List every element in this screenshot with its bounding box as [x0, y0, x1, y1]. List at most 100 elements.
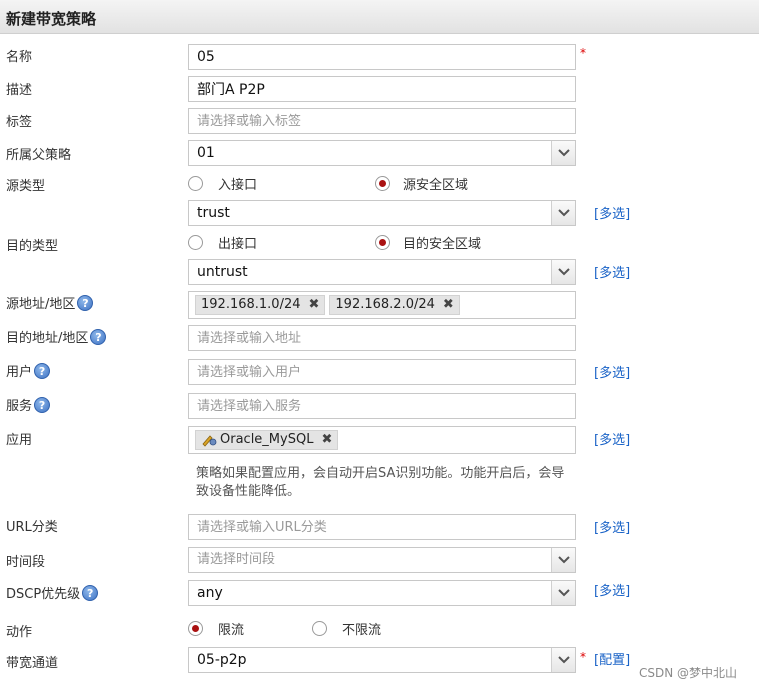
src-type-label: 源类型	[6, 179, 46, 194]
help-icon[interactable]: ?	[34, 362, 51, 379]
radio-no-limit-label: 不限流	[342, 623, 382, 638]
service-field[interactable]	[188, 393, 576, 419]
chevron-down-icon[interactable]	[551, 201, 575, 225]
radio-src-zone-label: 源安全区域	[403, 178, 469, 193]
dst-zone-multiselect-link[interactable]: [多选]	[594, 262, 630, 281]
remove-tag-icon[interactable]: ✖	[309, 296, 320, 314]
radio-dst-zone-label: 目的安全区域	[403, 237, 482, 252]
dst-addr-field[interactable]	[188, 325, 576, 351]
time-select[interactable]: 请选择时间段	[188, 547, 576, 573]
url-field[interactable]	[188, 514, 576, 540]
app-note: 策略如果配置应用，会自动开启SA识别功能。功能开启后，会导致设备性能降低。	[196, 466, 565, 499]
dscp-value: any	[197, 585, 223, 601]
tag-field[interactable]	[188, 108, 576, 134]
address-tag-text: 192.168.1.0/24	[201, 297, 301, 312]
dscp-select[interactable]: any	[188, 580, 576, 606]
user-field[interactable]	[188, 359, 576, 385]
radio-icon	[188, 176, 203, 191]
tag-label: 标签	[6, 115, 33, 130]
channel-config-link[interactable]: [配置]	[594, 649, 630, 668]
user-label: 用户 ?	[6, 361, 51, 380]
address-tag-text: 192.168.2.0/24	[335, 297, 435, 312]
time-placeholder: 请选择时间段	[197, 552, 276, 567]
name-label: 名称	[6, 50, 33, 65]
help-icon[interactable]: ?	[34, 396, 51, 413]
name-field[interactable]	[188, 44, 576, 70]
app-tag: Oracle_MySQL ✖	[195, 430, 339, 450]
app-label: 应用	[6, 433, 33, 448]
user-label-text: 用户	[6, 365, 33, 380]
dscp-label-text: DSCP优先级	[6, 587, 81, 602]
radio-limit-label: 限流	[218, 623, 245, 638]
src-zone-value: trust	[197, 205, 230, 221]
radio-src-zone[interactable]: 源安全区域	[375, 174, 468, 193]
remove-tag-icon[interactable]: ✖	[321, 431, 332, 449]
radio-selected-icon	[375, 176, 390, 191]
user-multiselect-link[interactable]: [多选]	[594, 362, 630, 381]
app-multiselect-link[interactable]: [多选]	[594, 429, 630, 448]
parent-policy-label: 所属父策略	[6, 148, 72, 163]
url-multiselect-link[interactable]: [多选]	[594, 517, 630, 536]
src-addr-label-text: 源地址/地区	[6, 297, 76, 312]
src-zone-multiselect-link[interactable]: [多选]	[594, 203, 630, 222]
radio-icon	[188, 235, 203, 250]
src-zone-select[interactable]: trust	[188, 200, 576, 226]
channel-value: 05-p2p	[197, 652, 247, 668]
desc-input[interactable]	[197, 77, 575, 101]
app-tag-text: Oracle_MySQL	[220, 432, 314, 447]
user-input[interactable]	[197, 360, 575, 384]
name-required-mark: *	[580, 46, 586, 60]
address-tag: 192.168.2.0/24 ✖	[329, 295, 460, 315]
dialog-titlebar: 新建带宽策略	[0, 0, 759, 34]
url-label: URL分类	[6, 520, 58, 535]
channel-label: 带宽通道	[6, 656, 59, 671]
tag-input[interactable]	[197, 109, 575, 133]
application-icon	[202, 435, 217, 447]
dst-type-label: 目的类型	[6, 239, 59, 254]
dst-zone-value: untrust	[197, 264, 248, 280]
time-label: 时间段	[6, 555, 46, 570]
radio-icon	[312, 621, 327, 636]
src-addr-label: 源地址/地区 ?	[6, 293, 94, 312]
name-input[interactable]	[197, 45, 575, 69]
channel-select[interactable]: 05-p2p	[188, 647, 576, 673]
radio-dst-zone[interactable]: 目的安全区域	[375, 233, 481, 252]
dscp-label: DSCP优先级 ?	[6, 583, 99, 602]
watermark: CSDN @梦中北山	[639, 666, 738, 680]
help-icon[interactable]: ?	[90, 328, 107, 345]
app-tag-input[interactable]: Oracle_MySQL ✖	[188, 426, 576, 454]
dst-zone-select[interactable]: untrust	[188, 259, 576, 285]
radio-limit[interactable]: 限流	[188, 619, 244, 638]
dst-addr-input[interactable]	[197, 326, 575, 350]
dst-addr-label-text: 目的地址/地区	[6, 331, 89, 346]
radio-out-interface[interactable]: 出接口	[188, 233, 257, 252]
radio-in-interface[interactable]: 入接口	[188, 174, 257, 193]
radio-out-interface-label: 出接口	[218, 237, 258, 252]
src-addr-tag-input[interactable]: 192.168.1.0/24 ✖ 192.168.2.0/24 ✖	[188, 291, 576, 319]
desc-field[interactable]	[188, 76, 576, 102]
dscp-multiselect-link[interactable]: [多选]	[594, 580, 630, 599]
chevron-down-icon[interactable]	[551, 648, 575, 672]
service-label: 服务 ?	[6, 395, 51, 414]
parent-policy-select[interactable]: 01	[188, 140, 576, 166]
chevron-down-icon[interactable]	[551, 581, 575, 605]
service-label-text: 服务	[6, 399, 33, 414]
address-tag: 192.168.1.0/24 ✖	[195, 295, 326, 315]
chevron-down-icon[interactable]	[551, 141, 575, 165]
chevron-down-icon[interactable]	[551, 260, 575, 284]
dst-addr-label: 目的地址/地区 ?	[6, 327, 107, 346]
channel-required-mark: *	[580, 650, 586, 664]
radio-selected-icon	[375, 235, 390, 250]
service-input[interactable]	[197, 394, 575, 418]
chevron-down-icon[interactable]	[551, 548, 575, 572]
radio-selected-icon	[188, 621, 203, 636]
dialog-title: 新建带宽策略	[6, 10, 97, 28]
remove-tag-icon[interactable]: ✖	[443, 296, 454, 314]
radio-no-limit[interactable]: 不限流	[312, 619, 381, 638]
parent-policy-value: 01	[197, 145, 215, 161]
action-label: 动作	[6, 625, 33, 640]
help-icon[interactable]: ?	[77, 294, 94, 311]
desc-label: 描述	[6, 83, 33, 98]
help-icon[interactable]: ?	[82, 584, 99, 601]
url-input[interactable]	[197, 515, 575, 539]
